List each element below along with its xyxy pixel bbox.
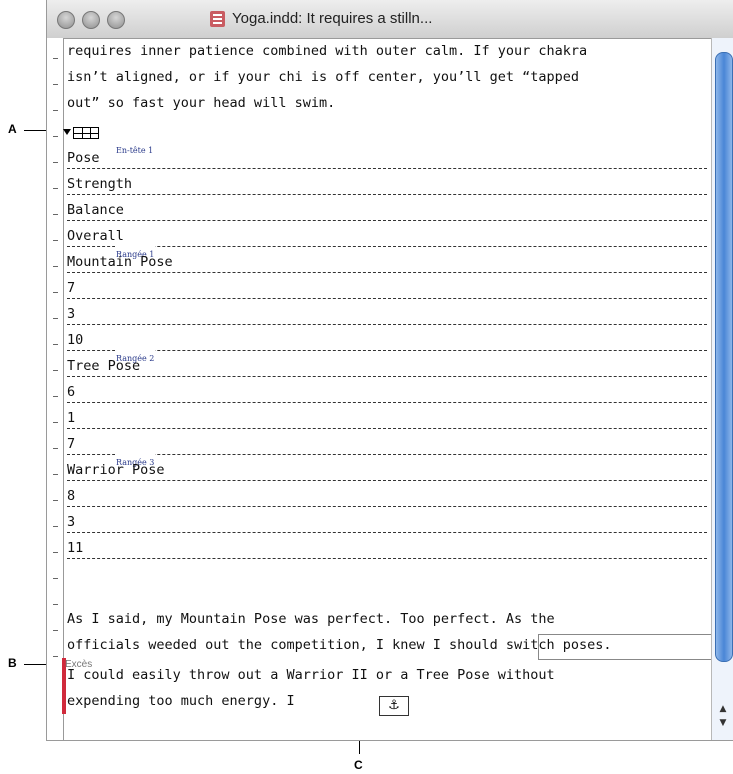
table-toggle[interactable] xyxy=(63,125,103,141)
callout-c: C xyxy=(354,758,363,772)
table-cell[interactable]: 7 xyxy=(67,272,707,299)
header-tag: En-tête 1 xyxy=(115,138,155,164)
table-cell[interactable]: Rangée 1 Mountain Pose xyxy=(67,242,707,273)
title-bar[interactable]: Yoga.indd: It requires a stilln... xyxy=(47,0,733,39)
table-header-cell[interactable]: Strength xyxy=(67,168,707,195)
table-cell[interactable]: 3 xyxy=(67,506,707,533)
vertical-scrollbar[interactable]: ▲ ▼ xyxy=(711,38,733,740)
table-cell[interactable]: 7 xyxy=(67,428,707,455)
story-editor-window: Yoga.indd: It requires a stilln... requi… xyxy=(46,0,733,741)
table-header-cell[interactable]: En-tête 1 Pose xyxy=(67,138,707,169)
depth-ruler xyxy=(47,38,64,740)
table-cell[interactable]: 3 xyxy=(67,298,707,325)
disclosure-triangle-icon[interactable] xyxy=(63,129,71,135)
overset-line: expending too much energy. I xyxy=(67,693,303,709)
table-cell[interactable]: 1 xyxy=(67,402,707,429)
indesign-document-icon xyxy=(210,11,225,27)
table-cell[interactable]: 10 xyxy=(67,324,707,351)
scroll-down-icon[interactable]: ▼ xyxy=(716,716,730,730)
callout-a: A xyxy=(8,122,17,136)
closing-line: As I said, my Mountain Pose was perfect.… xyxy=(67,611,555,627)
table-cell[interactable]: Rangée 3 Warrior Pose xyxy=(67,450,707,481)
window-title: Yoga.indd: It requires a stilln... xyxy=(232,10,433,27)
overset-line: I could easily throw out a Warrior II or… xyxy=(67,667,555,683)
table-header-cell[interactable]: Balance xyxy=(67,194,707,221)
story-text-area[interactable]: requires inner patience combined with ou… xyxy=(63,38,733,738)
scroll-thumb[interactable] xyxy=(715,52,733,662)
table-header-cell[interactable]: Overall xyxy=(67,220,707,247)
close-light-icon[interactable] xyxy=(57,11,75,29)
anchor-icon[interactable]: ⚓ xyxy=(379,696,409,716)
scroll-up-icon[interactable]: ▲ xyxy=(716,702,730,716)
callout-b: B xyxy=(8,656,17,670)
table-cell[interactable]: 8 xyxy=(67,480,707,507)
intro-line: isn’t aligned, or if your chi is off cen… xyxy=(67,69,580,85)
table-cell[interactable]: 11 xyxy=(67,532,707,559)
cell-text: 11 xyxy=(67,540,84,556)
minimize-light-icon[interactable] xyxy=(82,11,100,29)
table-icon xyxy=(73,127,99,139)
table-cell[interactable]: Rangée 2 Tree Pose xyxy=(67,346,707,377)
intro-line: requires inner patience combined with ou… xyxy=(67,43,588,59)
table-cell[interactable]: 6 xyxy=(67,376,707,403)
zoom-light-icon[interactable] xyxy=(107,11,125,29)
closing-line: officials weeded out the competition, I … xyxy=(67,637,612,653)
intro-line: out” so fast your head will swim. xyxy=(67,95,336,111)
overset-text-frame-edge xyxy=(538,634,733,660)
